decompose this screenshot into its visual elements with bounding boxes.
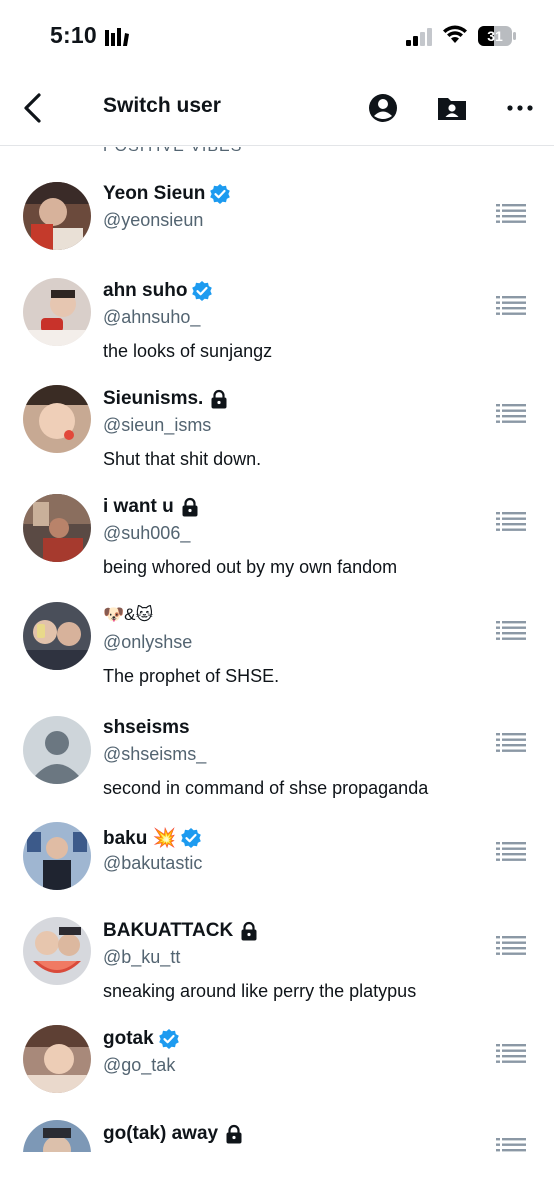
cellular-signal-icon [406,28,432,46]
account-name: gotak [103,1028,180,1050]
drag-handle-icon[interactable] [496,620,526,640]
account-name: baku 💥 [103,826,202,850]
drag-handle-icon[interactable] [496,732,526,752]
status-bar: 5:10 31 [0,0,554,72]
drag-handle-icon[interactable] [496,935,526,955]
status-time: 5:10 [50,22,97,48]
account-handle: @shseisms_ [103,744,207,764]
account-name: shseisms [103,717,190,738]
account-name: Yeon Sieun [103,183,231,205]
account-bio: second in command of shse propaganda [103,778,429,798]
avatar [23,1120,91,1152]
account-handle: @b_ku_tt [103,947,181,967]
drag-handle-icon[interactable] [496,1043,526,1063]
account-bio: the looks of sunjangz [103,341,273,361]
avatar [23,278,91,346]
account-bio: sneaking around like perry the platypus [103,981,417,1001]
account-bio: Shut that shit down. [103,449,262,469]
account-name: i want u [103,496,200,518]
lock-icon [211,389,227,409]
drag-handle-icon[interactable] [496,1137,526,1152]
account-name: Sieunisms. [103,388,229,410]
account-name: ahn suho [103,280,213,302]
account-handle: @suh006_ [103,523,191,543]
avatar [23,182,91,250]
account-handle: @go_tak [103,1055,176,1075]
battery-level: 31 [487,28,503,44]
avatar [23,494,91,562]
avatar [23,917,91,985]
account-name: 🐶&🐱 [103,605,154,624]
more-options-icon[interactable] [504,92,536,124]
cut-off-bio: POSITIVE VIBES [103,147,242,156]
account-name: BAKUATTACK [103,920,259,942]
avatar [23,822,91,890]
drag-handle-icon[interactable] [496,295,526,315]
avatar [23,602,91,670]
lock-icon [226,1124,242,1144]
drag-handle-icon[interactable] [496,841,526,861]
avatar [23,1025,91,1093]
account-name: go(tak) away [103,1123,244,1145]
account-handle: @onlyshse [103,632,193,652]
default-avatar [23,716,91,784]
verified-badge-icon [210,184,231,204]
drag-handle-icon[interactable] [496,403,526,423]
account-bio: being whored out by my own fandom [103,557,398,577]
account-bio: The prophet of SHSE. [103,666,280,686]
account-handle: @sieun_isms [103,415,212,435]
account-list: POSITIVE VIBES Yeon Sieun @yeonsieun [0,147,554,1152]
verified-badge-icon [158,1029,179,1049]
page-title: Switch user [103,94,221,117]
verified-badge-icon [192,281,213,301]
account-profile-icon[interactable] [367,92,399,124]
account-handle: @yeonsieun [103,210,204,230]
account-folder-icon[interactable] [436,92,468,124]
verified-badge-icon [181,828,202,848]
drag-handle-icon[interactable] [496,203,526,223]
wifi-icon [443,25,467,43]
drag-handle-icon[interactable] [496,511,526,531]
back-arrow-icon[interactable] [20,92,46,124]
navigation-bar: Switch user [0,72,554,146]
avatar [23,385,91,453]
focus-mode-icon [105,28,129,46]
lock-icon [241,921,257,941]
battery-icon: 31 [478,26,516,51]
account-handle: @bakutastic [103,853,203,873]
account-handle: @ahnsuho_ [103,307,201,327]
lock-icon [182,497,198,517]
